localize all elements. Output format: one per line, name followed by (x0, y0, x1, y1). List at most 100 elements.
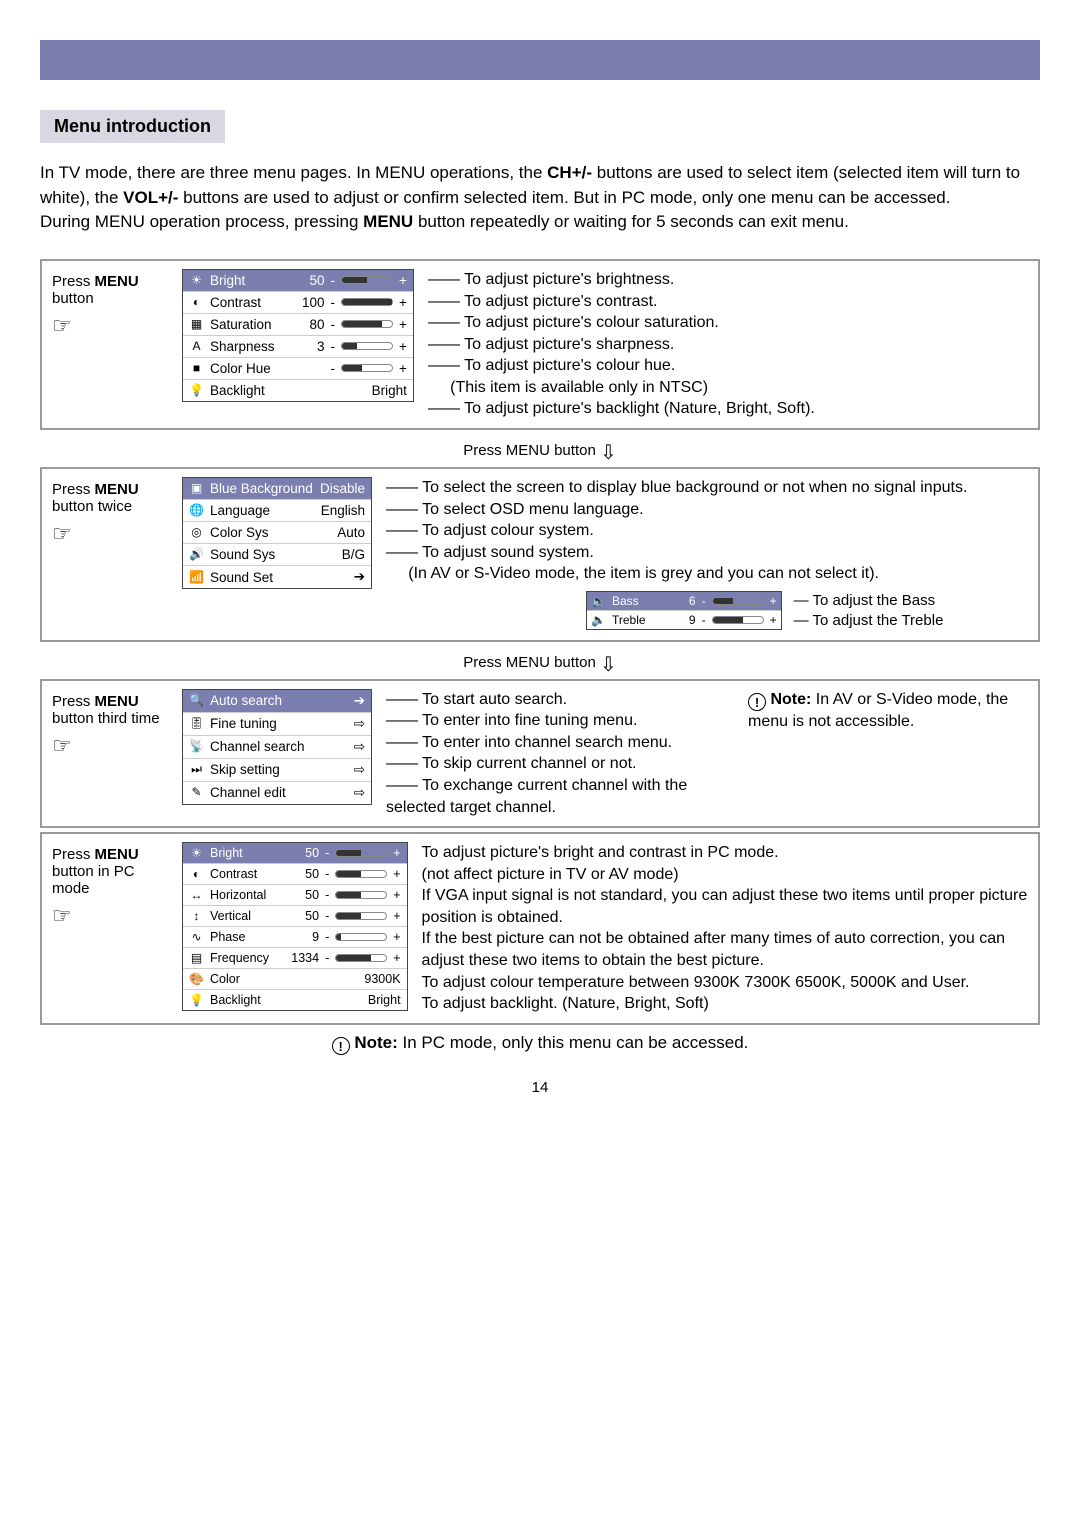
slider[interactable] (335, 954, 387, 962)
descriptions: —— To select the screen to display blue … (382, 477, 1028, 631)
saturation-icon: ▦ (189, 318, 204, 331)
osd-row-soundset[interactable]: 📶 Sound Set ➔ (183, 566, 371, 588)
desc: —— To skip current channel or not. (386, 753, 736, 775)
down-arrow-icon: ⇩ (600, 440, 617, 465)
slider[interactable] (341, 298, 393, 306)
t: To adjust the Treble (813, 612, 944, 629)
t: To adjust picture's colour saturation. (464, 314, 719, 331)
arrow-right-icon: ➔ (321, 569, 365, 585)
osd-row-pc-bright[interactable]: ☀Bright50-+ (183, 843, 407, 864)
osd-row-phase[interactable]: ∿Phase9-+ (183, 927, 407, 948)
osd-row-soundsys[interactable]: 🔊Sound SysB/G (183, 544, 371, 566)
val: English (321, 503, 365, 518)
osd-row-vertical[interactable]: ↕Vertical50-+ (183, 906, 407, 927)
slider[interactable] (341, 364, 393, 372)
osd-row-language[interactable]: 🌐LanguageEnglish (183, 500, 371, 522)
osd-row-treble[interactable]: 🔈Treble9-+ (587, 611, 781, 629)
t: To adjust picture's backlight (Nature, B… (464, 400, 815, 417)
phase-icon: ∿ (189, 931, 204, 944)
t: Press MENU button (463, 654, 596, 671)
desc: To adjust colour temperature between 930… (422, 972, 1028, 994)
section-heading: Menu introduction (40, 110, 225, 143)
slider[interactable] (341, 276, 393, 284)
osd-row-backlight[interactable]: 💡BacklightBright (183, 380, 413, 401)
slider[interactable] (341, 342, 393, 350)
desc: If the best picture can not be obtained … (422, 928, 1028, 971)
val: Bright (357, 993, 401, 1007)
t: If the best picture can not be obtained … (422, 930, 1005, 969)
menu-button-ref: MENU (363, 212, 413, 231)
label: Color (210, 972, 351, 986)
osd-menu-pc: ☀Bright50-+ ◐Contrast50-+ ↔Horizontal50-… (182, 842, 408, 1011)
page-number: 14 (40, 1079, 1040, 1096)
desc: —— To exchange current channel with the … (386, 775, 736, 818)
palette-icon: 🎨 (189, 973, 204, 986)
vol-buttons: VOL+/- (123, 188, 178, 207)
arrow-open-icon (321, 785, 365, 801)
slider[interactable] (335, 870, 387, 878)
osd-row-finetuning[interactable]: 🎚Fine tuning (183, 713, 371, 736)
osd-row-colorhue[interactable]: ■Color Hue-+ (183, 358, 413, 380)
osd-row-horizontal[interactable]: ↔Horizontal50-+ (183, 885, 407, 906)
label: Sound Set (210, 570, 315, 585)
t: (This item is available only in NTSC) (450, 379, 708, 396)
hand-icon: ☞ (52, 313, 172, 339)
osd-row-bright[interactable]: ☀Bright50-+ (183, 270, 413, 292)
arrow-right-icon (321, 693, 365, 709)
desc: —— To select the screen to display blue … (386, 477, 1028, 499)
bars-icon: 📶 (189, 571, 204, 584)
treble-icon: 🔈 (591, 614, 606, 627)
osd-row-channelsearch[interactable]: 📡Channel search (183, 736, 371, 759)
osd-row-pc-contrast[interactable]: ◐Contrast50-+ (183, 864, 407, 885)
val: 9300K (357, 972, 401, 986)
osd-sound-sub: 🔈Bass6-+ 🔈Treble9-+ (586, 591, 782, 630)
osd-row-autosearch[interactable]: 🔍Auto search (183, 690, 371, 713)
slider[interactable] (341, 320, 393, 328)
label: Language (210, 503, 315, 518)
osd-row-saturation[interactable]: ▦Saturation80-+ (183, 314, 413, 336)
osd-row-sharpness[interactable]: ASharpness3-+ (183, 336, 413, 358)
slider[interactable] (712, 597, 764, 605)
header-banner (40, 40, 1040, 80)
intro-part: button repeatedly or waiting for 5 secon… (413, 212, 849, 231)
intro-text: In TV mode, there are three menu pages. … (40, 161, 1040, 235)
descriptions: —— To adjust picture's brightness. —— To… (424, 269, 1028, 420)
osd-row-frequency[interactable]: ▤Frequency1334-+ (183, 948, 407, 969)
bulb-icon: 💡 (189, 384, 204, 397)
osd-row-pc-backlight[interactable]: 💡BacklightBright (183, 990, 407, 1010)
desc: —— To adjust picture's colour hue. (428, 355, 1028, 377)
bass-icon: 🔈 (591, 595, 606, 608)
val: 50 (275, 888, 319, 902)
label: Vertical (210, 909, 269, 923)
osd-row-skipsetting[interactable]: ⏭Skip setting (183, 759, 371, 782)
slider[interactable] (335, 933, 387, 941)
desc: —— To enter into channel search menu. (386, 732, 736, 754)
sharpness-icon: A (189, 340, 204, 353)
osd-row-contrast[interactable]: ◐Contrast100-+ (183, 292, 413, 314)
desc: —— To select OSD menu language. (386, 499, 1028, 521)
label: Backlight (210, 383, 357, 398)
slider[interactable] (335, 849, 387, 857)
slider[interactable] (335, 912, 387, 920)
note-bold: Note: (770, 691, 811, 708)
t: To start auto search. (422, 691, 567, 708)
t: To enter into fine tuning menu. (422, 712, 637, 729)
osd-menu-system: ▣Blue BackgroundDisable 🌐LanguageEnglish… (182, 477, 372, 589)
osd-row-colorsys[interactable]: ◎Color SysAuto (183, 522, 371, 544)
osd-row-channeledit[interactable]: ✎Channel edit (183, 782, 371, 804)
osd-row-bass[interactable]: 🔈Bass6-+ (587, 592, 781, 611)
t: If VGA input signal is not standard, you… (422, 887, 1028, 926)
press-instruction: Press MENU button in PC mode ☞ (52, 842, 172, 929)
osd-row-bluebg[interactable]: ▣Blue BackgroundDisable (183, 478, 371, 500)
descriptions: To adjust picture's bright and contrast … (418, 842, 1028, 1015)
label: Sound Sys (210, 547, 315, 562)
slider[interactable] (335, 891, 387, 899)
desc-sub: (In AV or S-Video mode, the item is grey… (386, 563, 1028, 585)
osd-row-color[interactable]: 🎨 Color 9300K (183, 969, 407, 990)
slider[interactable] (712, 616, 764, 624)
desc: To adjust picture's bright and contrast … (422, 842, 1028, 864)
desc: —— To adjust picture's sharpness. (428, 334, 1028, 356)
t: Press (52, 481, 95, 498)
desc: —— To adjust picture's colour saturation… (428, 312, 1028, 334)
t: To select the screen to display blue bac… (422, 479, 967, 496)
